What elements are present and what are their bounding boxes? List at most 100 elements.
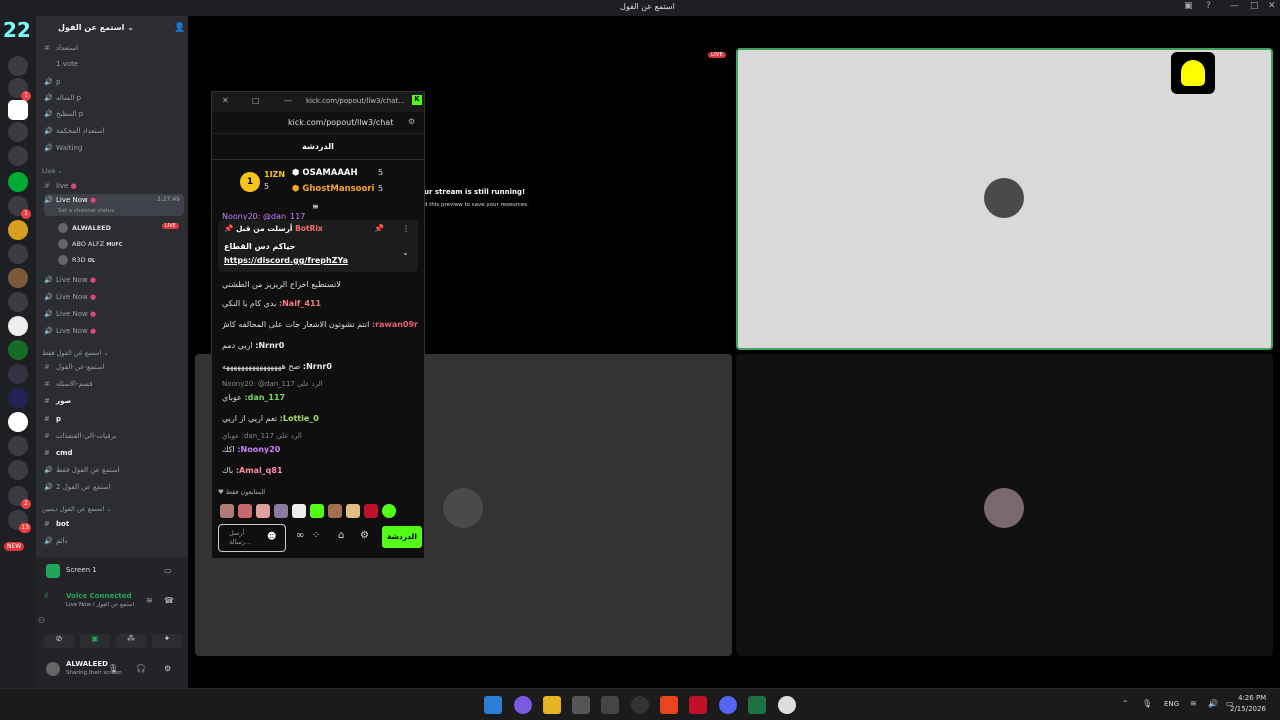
emote[interactable] (274, 504, 288, 518)
more-icon[interactable]: ⋮ (402, 224, 410, 233)
obs-icon[interactable] (631, 696, 649, 714)
server-icon[interactable] (8, 100, 28, 120)
channel-item[interactable]: 🔊 Waiting (44, 140, 184, 156)
close-icon[interactable]: ✕ (222, 96, 229, 105)
server-icon[interactable]: 2 (8, 486, 31, 509)
help-icon[interactable]: ? (1206, 1, 1211, 11)
minimize-button[interactable]: — (1230, 1, 1239, 11)
screen-button[interactable]: ▣ (80, 634, 110, 648)
server-icon[interactable] (8, 388, 28, 408)
headphones-icon[interactable]: 🎧 (136, 664, 146, 673)
channel-item[interactable]: 🔊 استمع عن الفول فقط (44, 462, 184, 478)
discord-icon[interactable] (719, 696, 737, 714)
server-icon[interactable] (8, 244, 28, 264)
address-bar[interactable]: kick.com/popout/llw3/chat ⚙ (212, 112, 424, 134)
server-icon[interactable]: 1 (8, 78, 31, 101)
category[interactable]: استمع عن الفول فقط ⌄ (42, 349, 109, 357)
emote[interactable] (328, 504, 342, 518)
server-icon[interactable] (8, 340, 28, 360)
channel-item[interactable]: # برفيات-الي-القنفذات (44, 428, 184, 444)
channel-item[interactable]: 🔊 المطبخ p (44, 106, 184, 122)
channel-item[interactable]: # bot (44, 516, 184, 532)
maximize-button[interactable]: □ (1250, 1, 1259, 11)
volume-icon[interactable]: 🔊 (1208, 699, 1218, 708)
server-icon[interactable] (8, 122, 28, 142)
calculator-icon[interactable] (601, 696, 619, 714)
channel-item[interactable]: 🔊 p (44, 74, 184, 90)
wifi-icon[interactable]: ≋ (1190, 699, 1197, 708)
address-url[interactable]: kick.com/popout/llw3/chat (288, 118, 393, 127)
chevron-up-icon[interactable]: ⌃ (1122, 699, 1129, 708)
emote[interactable] (220, 504, 234, 518)
channel-item[interactable]: 🔊 Live Now ● (44, 323, 184, 339)
clock-date[interactable]: 2/15/2026 (1230, 705, 1266, 713)
maximize-icon[interactable]: □ (252, 96, 260, 105)
server-icon[interactable] (8, 146, 28, 166)
store-icon[interactable] (572, 696, 590, 714)
channel-item[interactable]: # قسم-الاسئله (44, 376, 184, 392)
clock-time[interactable]: 4:26 PM (1238, 694, 1266, 702)
message-input[interactable]: أرسل رسالة... ☻ (218, 524, 286, 552)
server-logo[interactable]: 22 (3, 18, 33, 48)
settings-icon[interactable]: ⚙ (360, 530, 369, 541)
popout-icon[interactable]: ▭ (164, 566, 172, 575)
server-icon[interactable] (8, 460, 28, 480)
video-tile[interactable] (736, 354, 1273, 656)
voice-user[interactable]: ALWALEED LIVE (58, 223, 179, 233)
emoji-icon[interactable]: ☻ (267, 532, 276, 542)
category[interactable]: استمع عن الفول دينبين ⌄ (42, 505, 112, 513)
channel-item[interactable]: 🔊 Live Now ● (44, 306, 184, 322)
mic-icon[interactable]: 🎙 (1142, 699, 1152, 708)
server-icon[interactable] (8, 292, 28, 312)
mic-icon[interactable]: 🎙 (108, 664, 118, 673)
emote[interactable] (238, 504, 252, 518)
app-icon[interactable] (689, 696, 707, 714)
server-icon[interactable]: 1 (8, 196, 31, 219)
voice-channel[interactable]: Live Now / استمع عن الفول (66, 602, 134, 608)
chat-send-button[interactable]: الدردشة (382, 526, 422, 548)
server-icon[interactable] (8, 220, 28, 240)
server-icon[interactable] (8, 268, 28, 288)
emote[interactable] (346, 504, 360, 518)
emote[interactable] (256, 504, 270, 518)
brave-icon[interactable] (660, 696, 678, 714)
channel-item[interactable]: # استمع-عن-القول (44, 359, 184, 375)
category-live[interactable]: Live ⌄ (42, 167, 63, 175)
copilot-icon[interactable] (514, 696, 532, 714)
disconnect-icon[interactable]: ☎ (164, 596, 174, 605)
soundboard-button[interactable]: ✦ (152, 634, 182, 648)
settings-icon[interactable]: ⚙ (164, 664, 171, 673)
windows-start-icon[interactable] (484, 696, 502, 714)
camera-button[interactable]: ⊘ (44, 634, 74, 648)
chevron-down-icon[interactable]: ⌄ (402, 248, 409, 257)
dots-icon[interactable]: ⁘ (312, 530, 320, 541)
inbox-icon[interactable]: ▣ (1184, 1, 1193, 11)
avatar[interactable] (46, 662, 60, 676)
channel-item[interactable]: # p (44, 411, 184, 427)
channel-item[interactable]: 🔊 Live Now ● (44, 272, 184, 288)
infinity-icon[interactable]: ∞ (296, 530, 304, 541)
pinned-link[interactable]: https://discord.gg/frephZYa (224, 256, 348, 265)
channel-item[interactable]: 🔊 الساله p (44, 90, 184, 106)
activities-button[interactable]: ⁂ (116, 634, 146, 648)
voice-connected[interactable]: Voice Connected (66, 592, 132, 600)
server-icon[interactable] (8, 436, 28, 456)
server-name[interactable]: استمع عن الفول ⌄ (58, 23, 134, 32)
minimize-icon[interactable]: — (284, 96, 292, 105)
pinned-message[interactable]: 📌 أرسلت من قبل BotRix 📌 ⋮ حياكم دس القطا… (218, 220, 418, 272)
excel-icon[interactable] (748, 696, 766, 714)
store-icon[interactable]: ⌂ (338, 530, 344, 541)
settings-icon[interactable]: ⚙ (408, 117, 415, 126)
noise-suppress-icon[interactable]: ≋ (146, 596, 153, 605)
channel-item[interactable]: 🔊 استعداد المحكمة (44, 123, 184, 139)
add-member-icon[interactable]: 👤 (174, 23, 185, 33)
emote[interactable] (310, 504, 324, 518)
channel-item[interactable]: 🔊 دائم (44, 533, 184, 549)
emote[interactable] (382, 504, 396, 518)
pin-icon[interactable]: 📌 (374, 224, 384, 233)
server-icon[interactable] (8, 56, 28, 76)
server-icon[interactable] (8, 364, 28, 384)
filter-icon[interactable]: ≡ (312, 202, 319, 211)
file-explorer-icon[interactable] (543, 696, 561, 714)
emote[interactable] (292, 504, 306, 518)
